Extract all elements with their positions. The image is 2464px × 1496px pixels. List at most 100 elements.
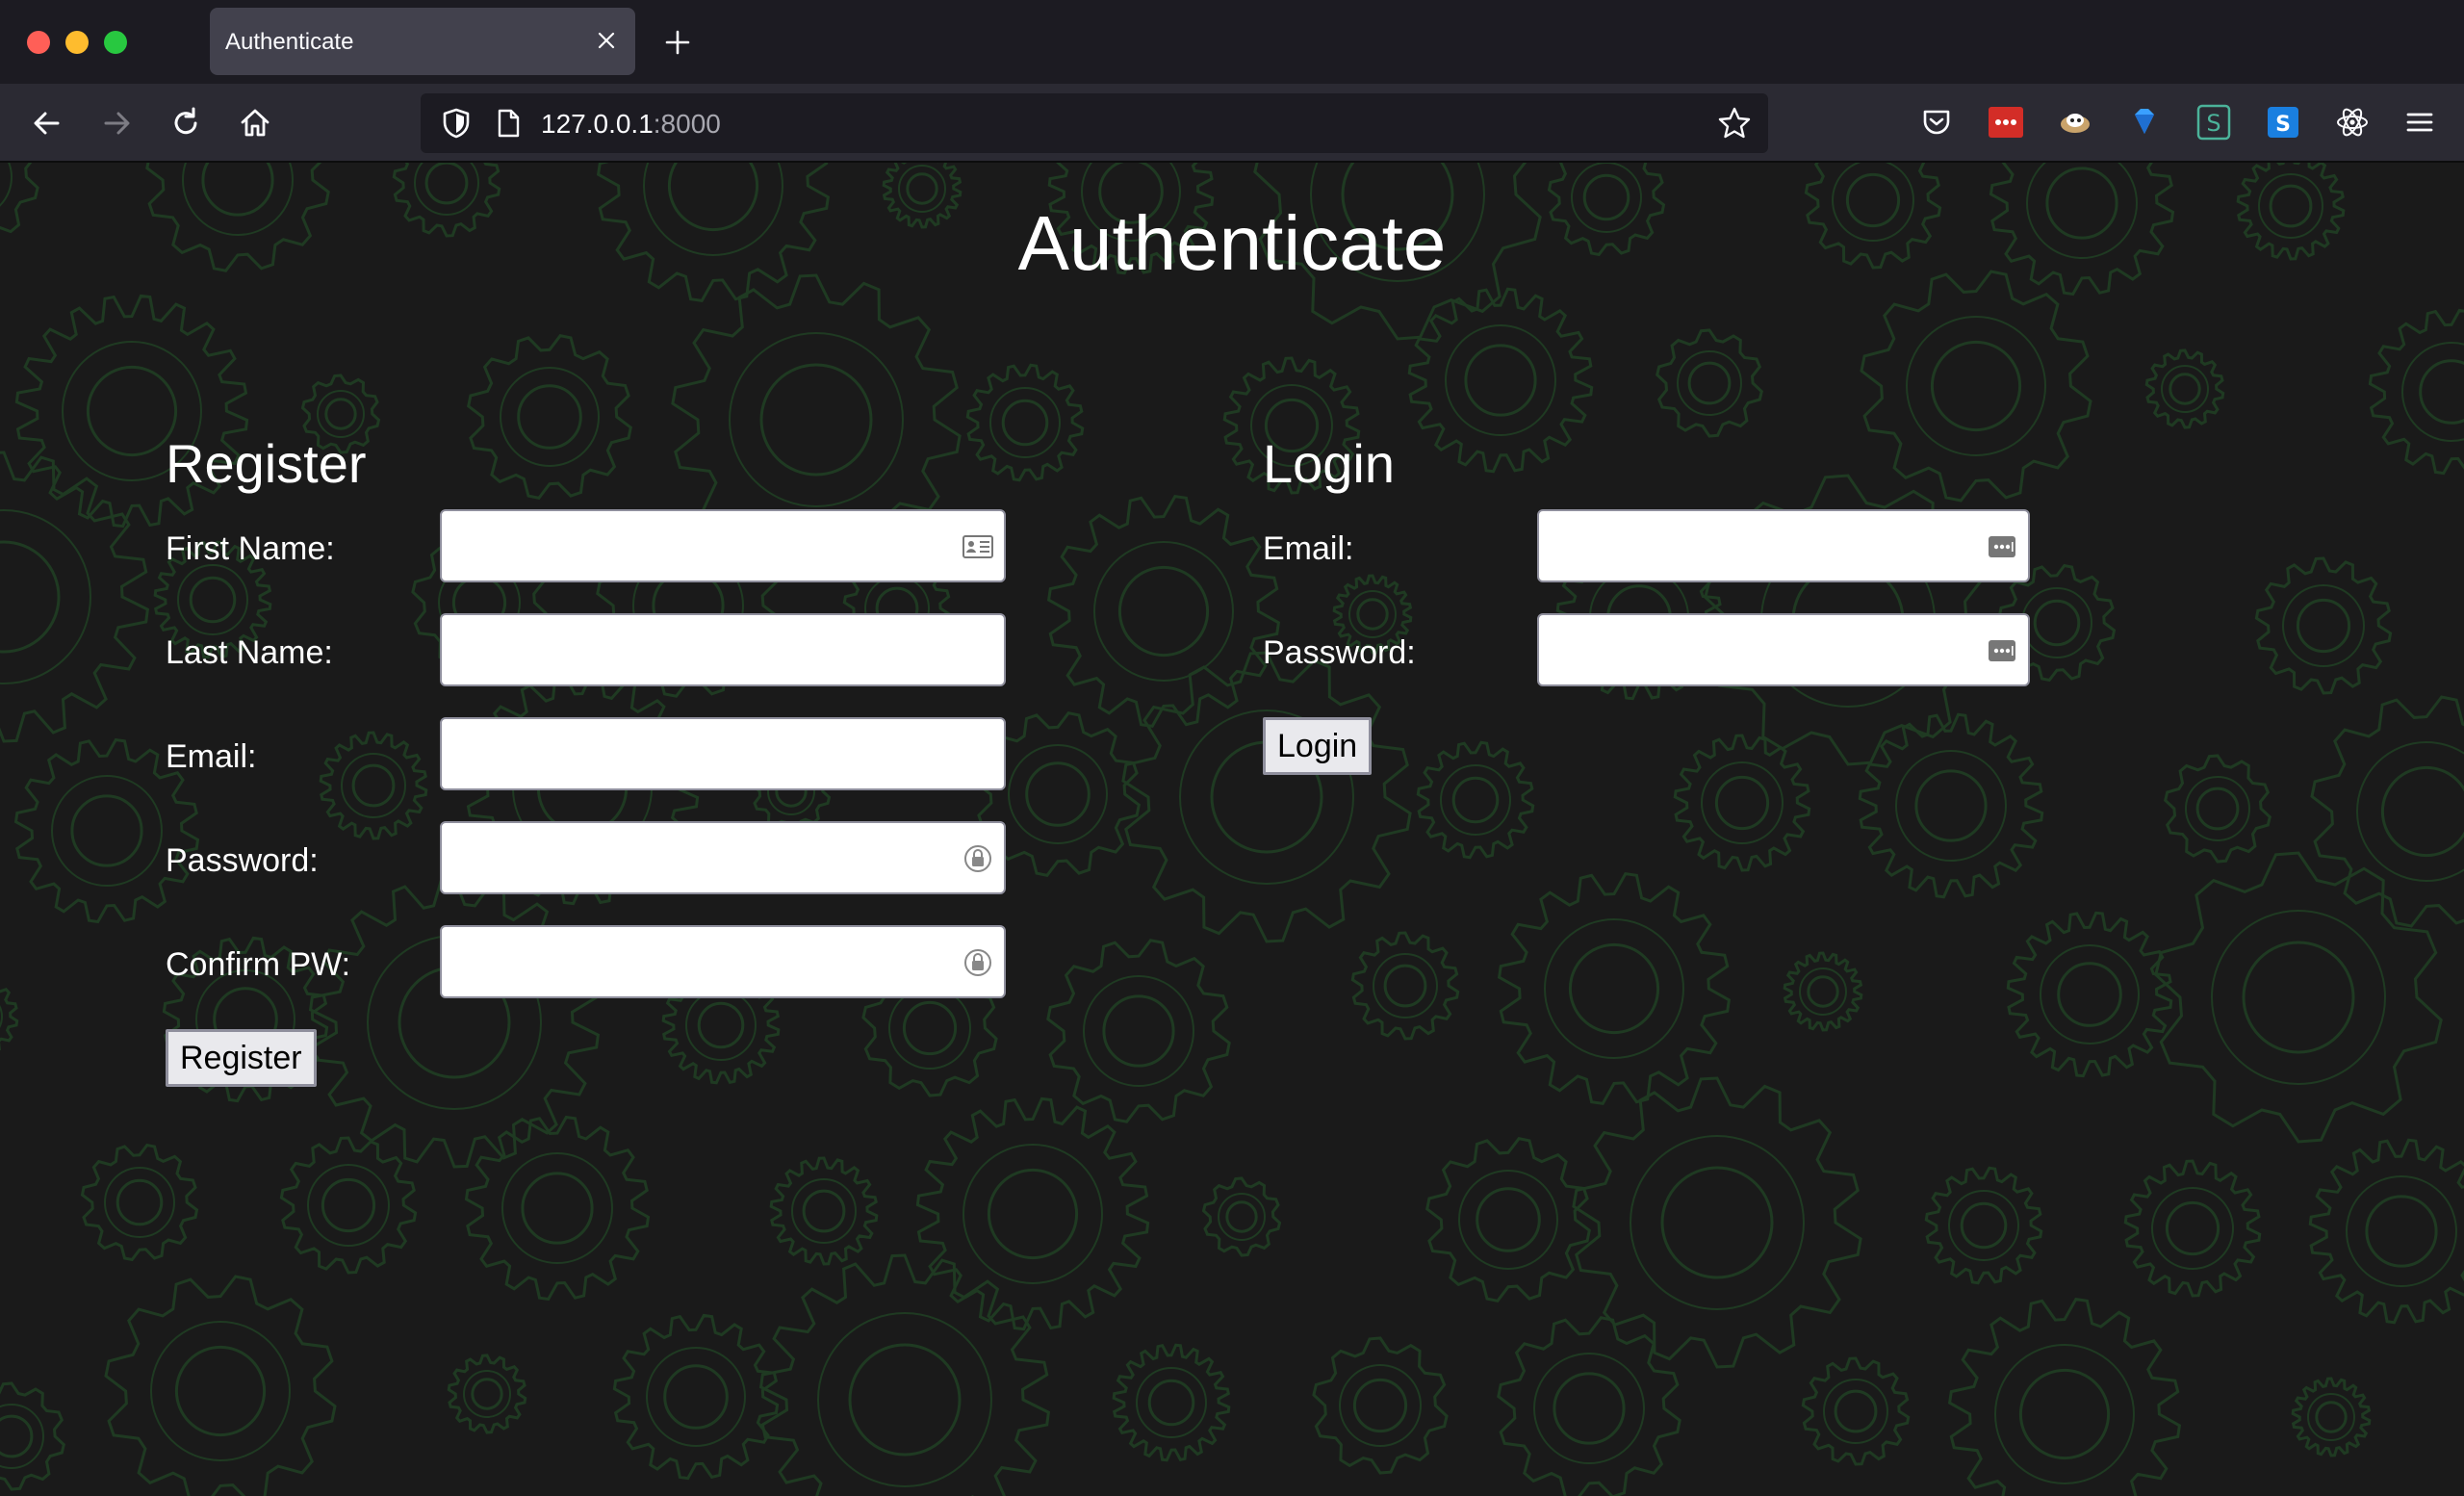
login-form: Login Email: Password: Login: [1263, 432, 2030, 775]
tab-authenticate[interactable]: Authenticate: [210, 8, 635, 75]
register-password-input[interactable]: [440, 821, 1006, 894]
register-email-label: Email:: [166, 738, 257, 775]
lastpass-extension-icon[interactable]: [1987, 103, 2025, 142]
gear-shape: [0, 451, 150, 743]
login-password-label: Password:: [1263, 634, 1416, 671]
gear-shape: [1783, 951, 1863, 1032]
mascot-extension-icon[interactable]: [2056, 103, 2094, 142]
bookmark-star-icon[interactable]: [1716, 105, 1753, 142]
gear-shape: [1572, 1076, 1862, 1369]
gear-shape: [965, 363, 1085, 482]
s-outline-extension-icon[interactable]: S: [2194, 103, 2233, 142]
register-email-input[interactable]: [440, 717, 1006, 790]
gear-shape: [1201, 1176, 1282, 1257]
gear-shape: [1407, 287, 1594, 474]
gear-shape: [2123, 1159, 2262, 1298]
gear-shape: [1801, 1356, 1911, 1466]
page-title: Authenticate: [1017, 200, 1447, 286]
gear-shape: [2308, 1138, 2464, 1325]
register-form: Register First Name: Last Name: Email: P…: [166, 432, 1006, 1087]
gear-background-pattern: [0, 163, 2464, 1496]
shield-icon[interactable]: [438, 105, 475, 142]
first-name-row: First Name:: [166, 509, 1006, 613]
confirm-password-row: Confirm PW:: [166, 925, 1006, 1029]
url-host: 127.0.0.1: [541, 109, 654, 139]
gear-shape: [769, 1156, 879, 1266]
svg-text:S: S: [2206, 110, 2220, 137]
gear-shape: [0, 987, 19, 1051]
gear-shape: [467, 334, 632, 500]
password-manager-icon[interactable]: [1986, 634, 2018, 667]
confirm-password-input[interactable]: [440, 925, 1006, 998]
url-text[interactable]: 127.0.0.1:8000: [541, 109, 721, 140]
reload-icon[interactable]: [167, 105, 204, 142]
register-heading: Register: [166, 433, 367, 494]
gear-shape: [2291, 1377, 2372, 1457]
forward-icon[interactable]: [98, 105, 135, 142]
gear-shape: [279, 1136, 418, 1275]
hamburger-menu-icon[interactable]: [2400, 103, 2439, 142]
gear-shape: [1046, 939, 1231, 1123]
gear-shape: [2154, 851, 2443, 1144]
gem-extension-icon[interactable]: [2125, 103, 2164, 142]
page-icon[interactable]: [492, 107, 525, 140]
gear-shape: [2310, 695, 2464, 928]
password-lock-icon[interactable]: [962, 946, 994, 979]
back-icon[interactable]: [29, 105, 65, 142]
gear-shape: [2006, 911, 2173, 1078]
close-tab-icon[interactable]: [593, 27, 620, 54]
gear-shape: [1425, 1137, 1591, 1303]
register-password-row: Password:: [166, 821, 1006, 925]
gear-shape: [1656, 328, 1763, 438]
contact-card-icon[interactable]: [962, 530, 994, 563]
gear-shape: [447, 1354, 527, 1434]
pocket-icon[interactable]: [1917, 103, 1956, 142]
login-email-label: Email:: [1263, 530, 1354, 567]
register-email-row: Email:: [166, 717, 1006, 821]
gear-shape: [2254, 556, 2393, 695]
tab-title: Authenticate: [225, 29, 354, 55]
gear-shape: [612, 1313, 780, 1481]
gear-shape: [1497, 871, 1732, 1106]
navigation-toolbar: 127.0.0.1:8000 S S: [0, 84, 2464, 163]
gear-shape: [758, 1253, 1051, 1496]
react-devtools-icon[interactable]: [2333, 103, 2372, 142]
last-name-input[interactable]: [440, 613, 1006, 686]
gear-shape: [1312, 1336, 1449, 1475]
password-manager-icon[interactable]: [1986, 530, 2018, 563]
page-content: Authenticate Register First Name: Last N…: [0, 163, 2464, 1496]
gear-shape: [80, 1143, 199, 1262]
gear-shape: [1046, 494, 1281, 729]
login-password-input[interactable]: [1537, 613, 2030, 686]
last-name-row: Last Name:: [166, 613, 1006, 717]
login-password-row: Password:: [1263, 613, 2030, 717]
gear-shape: [2144, 348, 2225, 429]
gear-shape: [1416, 740, 1535, 860]
minimize-window-button[interactable]: [65, 31, 89, 54]
close-window-button[interactable]: [27, 31, 50, 54]
confirm-password-label: Confirm PW:: [166, 946, 351, 983]
gear-shape: [0, 1381, 65, 1491]
password-lock-icon[interactable]: [962, 842, 994, 875]
new-tab-icon[interactable]: [662, 27, 693, 58]
maximize-window-button[interactable]: [104, 31, 127, 54]
login-email-row: Email:: [1263, 509, 2030, 613]
gear-shape: [1860, 270, 2092, 503]
gear-shape: [2368, 308, 2464, 476]
gear-shape: [1858, 712, 2044, 899]
login-heading: Login: [1263, 433, 1396, 494]
register-button[interactable]: Register: [166, 1029, 317, 1087]
tab-strip: Authenticate: [0, 0, 2464, 84]
gear-shape: [1924, 1166, 2043, 1285]
first-name-input[interactable]: [440, 509, 1006, 582]
login-button[interactable]: Login: [1263, 717, 1373, 775]
first-name-label: First Name:: [166, 530, 335, 567]
last-name-label: Last Name:: [166, 634, 333, 671]
login-email-input[interactable]: [1537, 509, 2030, 582]
home-icon[interactable]: [237, 105, 273, 142]
url-bar[interactable]: 127.0.0.1:8000: [421, 93, 1768, 153]
gear-shape: [915, 1096, 1150, 1331]
gear-shape: [1673, 734, 1811, 872]
s-blue-extension-icon[interactable]: S: [2264, 103, 2302, 142]
gear-shape: [104, 1275, 337, 1496]
